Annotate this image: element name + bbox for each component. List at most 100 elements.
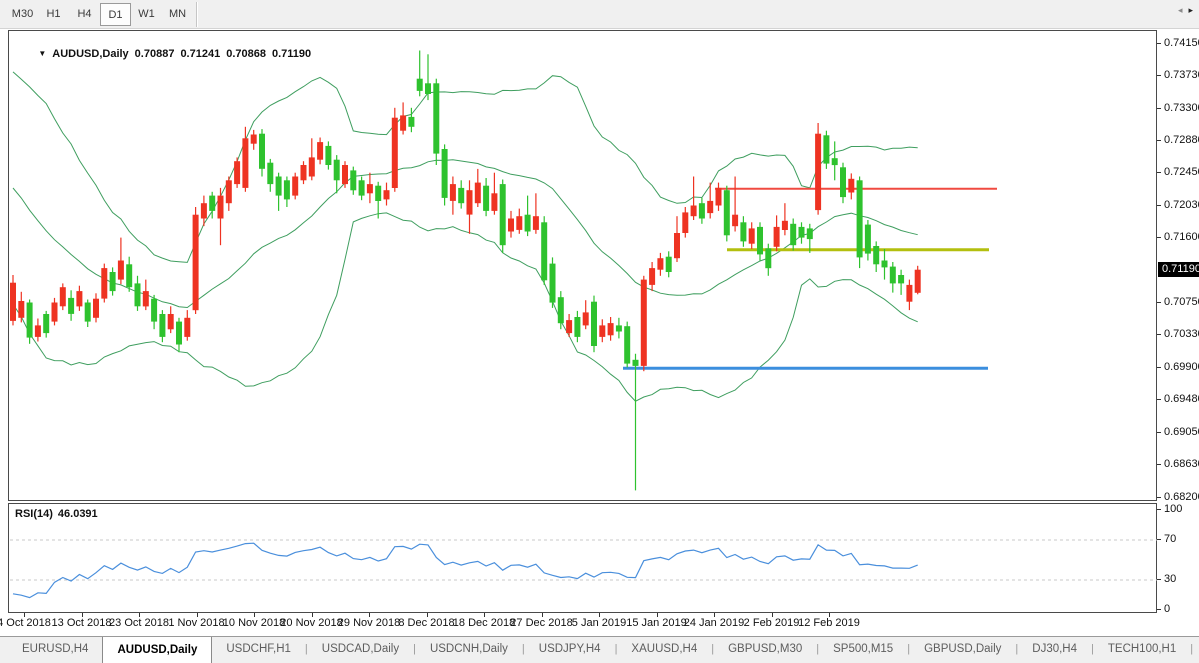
price-tick-label: 0.68630 (1164, 458, 1199, 470)
candle (458, 180, 464, 208)
candle (823, 131, 829, 169)
timeframe-button-w1[interactable]: W1 (131, 3, 162, 26)
candle (848, 173, 854, 199)
price-axis-tick (1157, 334, 1161, 335)
candle (890, 262, 896, 293)
candle (325, 141, 331, 169)
price-tick-label: 0.69480 (1164, 393, 1199, 405)
tab-tech100-h1[interactable]: TECH100,H1 (1094, 637, 1190, 663)
price-axis-tick (1157, 205, 1161, 206)
candle (657, 253, 663, 276)
tab-usdjpy-h4[interactable]: USDJPY,H4 (525, 637, 615, 663)
chart-symbol: AUDUSD,Daily (52, 48, 128, 60)
price-tick-label: 0.68200 (1164, 491, 1199, 503)
candle (616, 318, 622, 339)
candle (882, 249, 888, 280)
main-chart-canvas[interactable] (9, 31, 1158, 502)
price-axis-tick (1157, 237, 1161, 238)
candle (101, 264, 107, 303)
candle (790, 219, 796, 251)
candle (633, 354, 639, 491)
date-axis[interactable]: 4 Oct 201813 Oct 201823 Oct 20181 Nov 20… (0, 613, 1199, 636)
chart-title: ▼AUDUSD,Daily0.708870.712410.708680.7119… (20, 36, 311, 72)
ohlc-open: 0.70887 (135, 48, 175, 60)
candle (392, 108, 398, 192)
candle (740, 216, 746, 247)
candle (118, 238, 124, 285)
candle (425, 54, 431, 100)
date-tick-label: 5 Jan 2019 (572, 617, 626, 629)
tab-uko[interactable]: UKO (1193, 637, 1199, 663)
candle (591, 296, 597, 353)
tab-audusd-daily[interactable]: AUDUSD,Daily (102, 636, 212, 663)
tab-usdchf-h1[interactable]: USDCHF,H1 (212, 637, 305, 663)
tab-xauusd-h4[interactable]: XAUUSD,H4 (617, 637, 711, 663)
candle (151, 295, 157, 329)
date-tick-label: 20 Nov 2018 (280, 617, 342, 629)
tab-scroll-right-icon[interactable]: ▸ (1188, 5, 1193, 15)
tab-scroll-left-icon[interactable]: ◂ (1178, 5, 1183, 15)
timeframe-button-m30[interactable]: M30 (7, 3, 38, 26)
tab-sp500-m15[interactable]: SP500,M15 (819, 637, 907, 663)
price-tick-label: 0.71600 (1164, 231, 1199, 243)
rsi-axis-tick (1157, 579, 1161, 580)
candle (342, 161, 348, 188)
candle (599, 319, 605, 342)
candle (467, 180, 473, 234)
timeframe-button-mn[interactable]: MN (162, 3, 193, 26)
candle (583, 300, 589, 329)
candle (550, 257, 556, 308)
tab-usdcnh-daily[interactable]: USDCNH,Daily (416, 637, 522, 663)
tab-dj30-h4[interactable]: DJ30,H4 (1018, 637, 1091, 663)
bollinger-lower-band (13, 213, 918, 401)
candle (18, 292, 24, 323)
ohlc-close: 0.71190 (272, 48, 311, 60)
candle (450, 177, 456, 215)
price-axis-tick (1157, 302, 1161, 303)
price-axis-tick (1157, 464, 1161, 465)
candle (525, 196, 531, 237)
price-axis-tick (1157, 75, 1161, 76)
candle (276, 173, 282, 211)
candle (716, 183, 722, 211)
candle (774, 215, 780, 251)
date-tick-label: 29 Nov 2018 (338, 617, 400, 629)
candle (799, 222, 805, 243)
candle (126, 257, 132, 292)
tab-gbpusd-daily[interactable]: GBPUSD,Daily (910, 637, 1015, 663)
candle (27, 300, 33, 344)
candle (168, 306, 174, 333)
tab-usdcad-daily[interactable]: USDCAD,Daily (308, 637, 413, 663)
rsi-label: RSI(14)46.0391 (15, 508, 103, 520)
tab-eurusd-h4[interactable]: EURUSD,H4 (8, 637, 102, 663)
candle (267, 159, 273, 192)
price-tick-label: 0.70750 (1164, 296, 1199, 308)
date-tick-label: 8 Dec 2018 (398, 617, 454, 629)
rsi-pane[interactable]: RSI(14)46.0391 (8, 503, 1157, 613)
candle (85, 300, 91, 328)
timeframe-button-d1[interactable]: D1 (100, 3, 131, 26)
candle (516, 209, 522, 234)
candle (840, 163, 846, 204)
tab-gbpusd-m30[interactable]: GBPUSD,M30 (714, 637, 816, 663)
price-tick-label: 0.72880 (1164, 134, 1199, 146)
main-chart-pane[interactable]: ▼AUDUSD,Daily0.708870.712410.708680.7119… (8, 30, 1157, 501)
candle (68, 290, 74, 321)
candle (93, 293, 99, 322)
candle (218, 188, 224, 245)
price-axis[interactable]: 0.741500.737300.733000.728800.724500.720… (1157, 30, 1199, 501)
timeframe-button-h4[interactable]: H4 (69, 3, 100, 26)
date-tick-label: 18 Dec 2018 (453, 617, 515, 629)
price-axis-tick (1157, 497, 1161, 498)
date-tick-label: 24 Jan 2019 (684, 617, 745, 629)
candle (541, 216, 547, 285)
candle (110, 267, 116, 295)
candle (184, 310, 190, 341)
rsi-axis: 10070300 (1157, 503, 1199, 613)
rsi-tick-label: 100 (1164, 503, 1182, 515)
symbol-dropdown-icon[interactable]: ▼ (38, 49, 46, 58)
timeframe-toolbar: M30H1H4D1W1MN (0, 0, 1199, 29)
candle (906, 280, 912, 311)
candle (301, 161, 307, 184)
timeframe-button-h1[interactable]: H1 (38, 3, 69, 26)
